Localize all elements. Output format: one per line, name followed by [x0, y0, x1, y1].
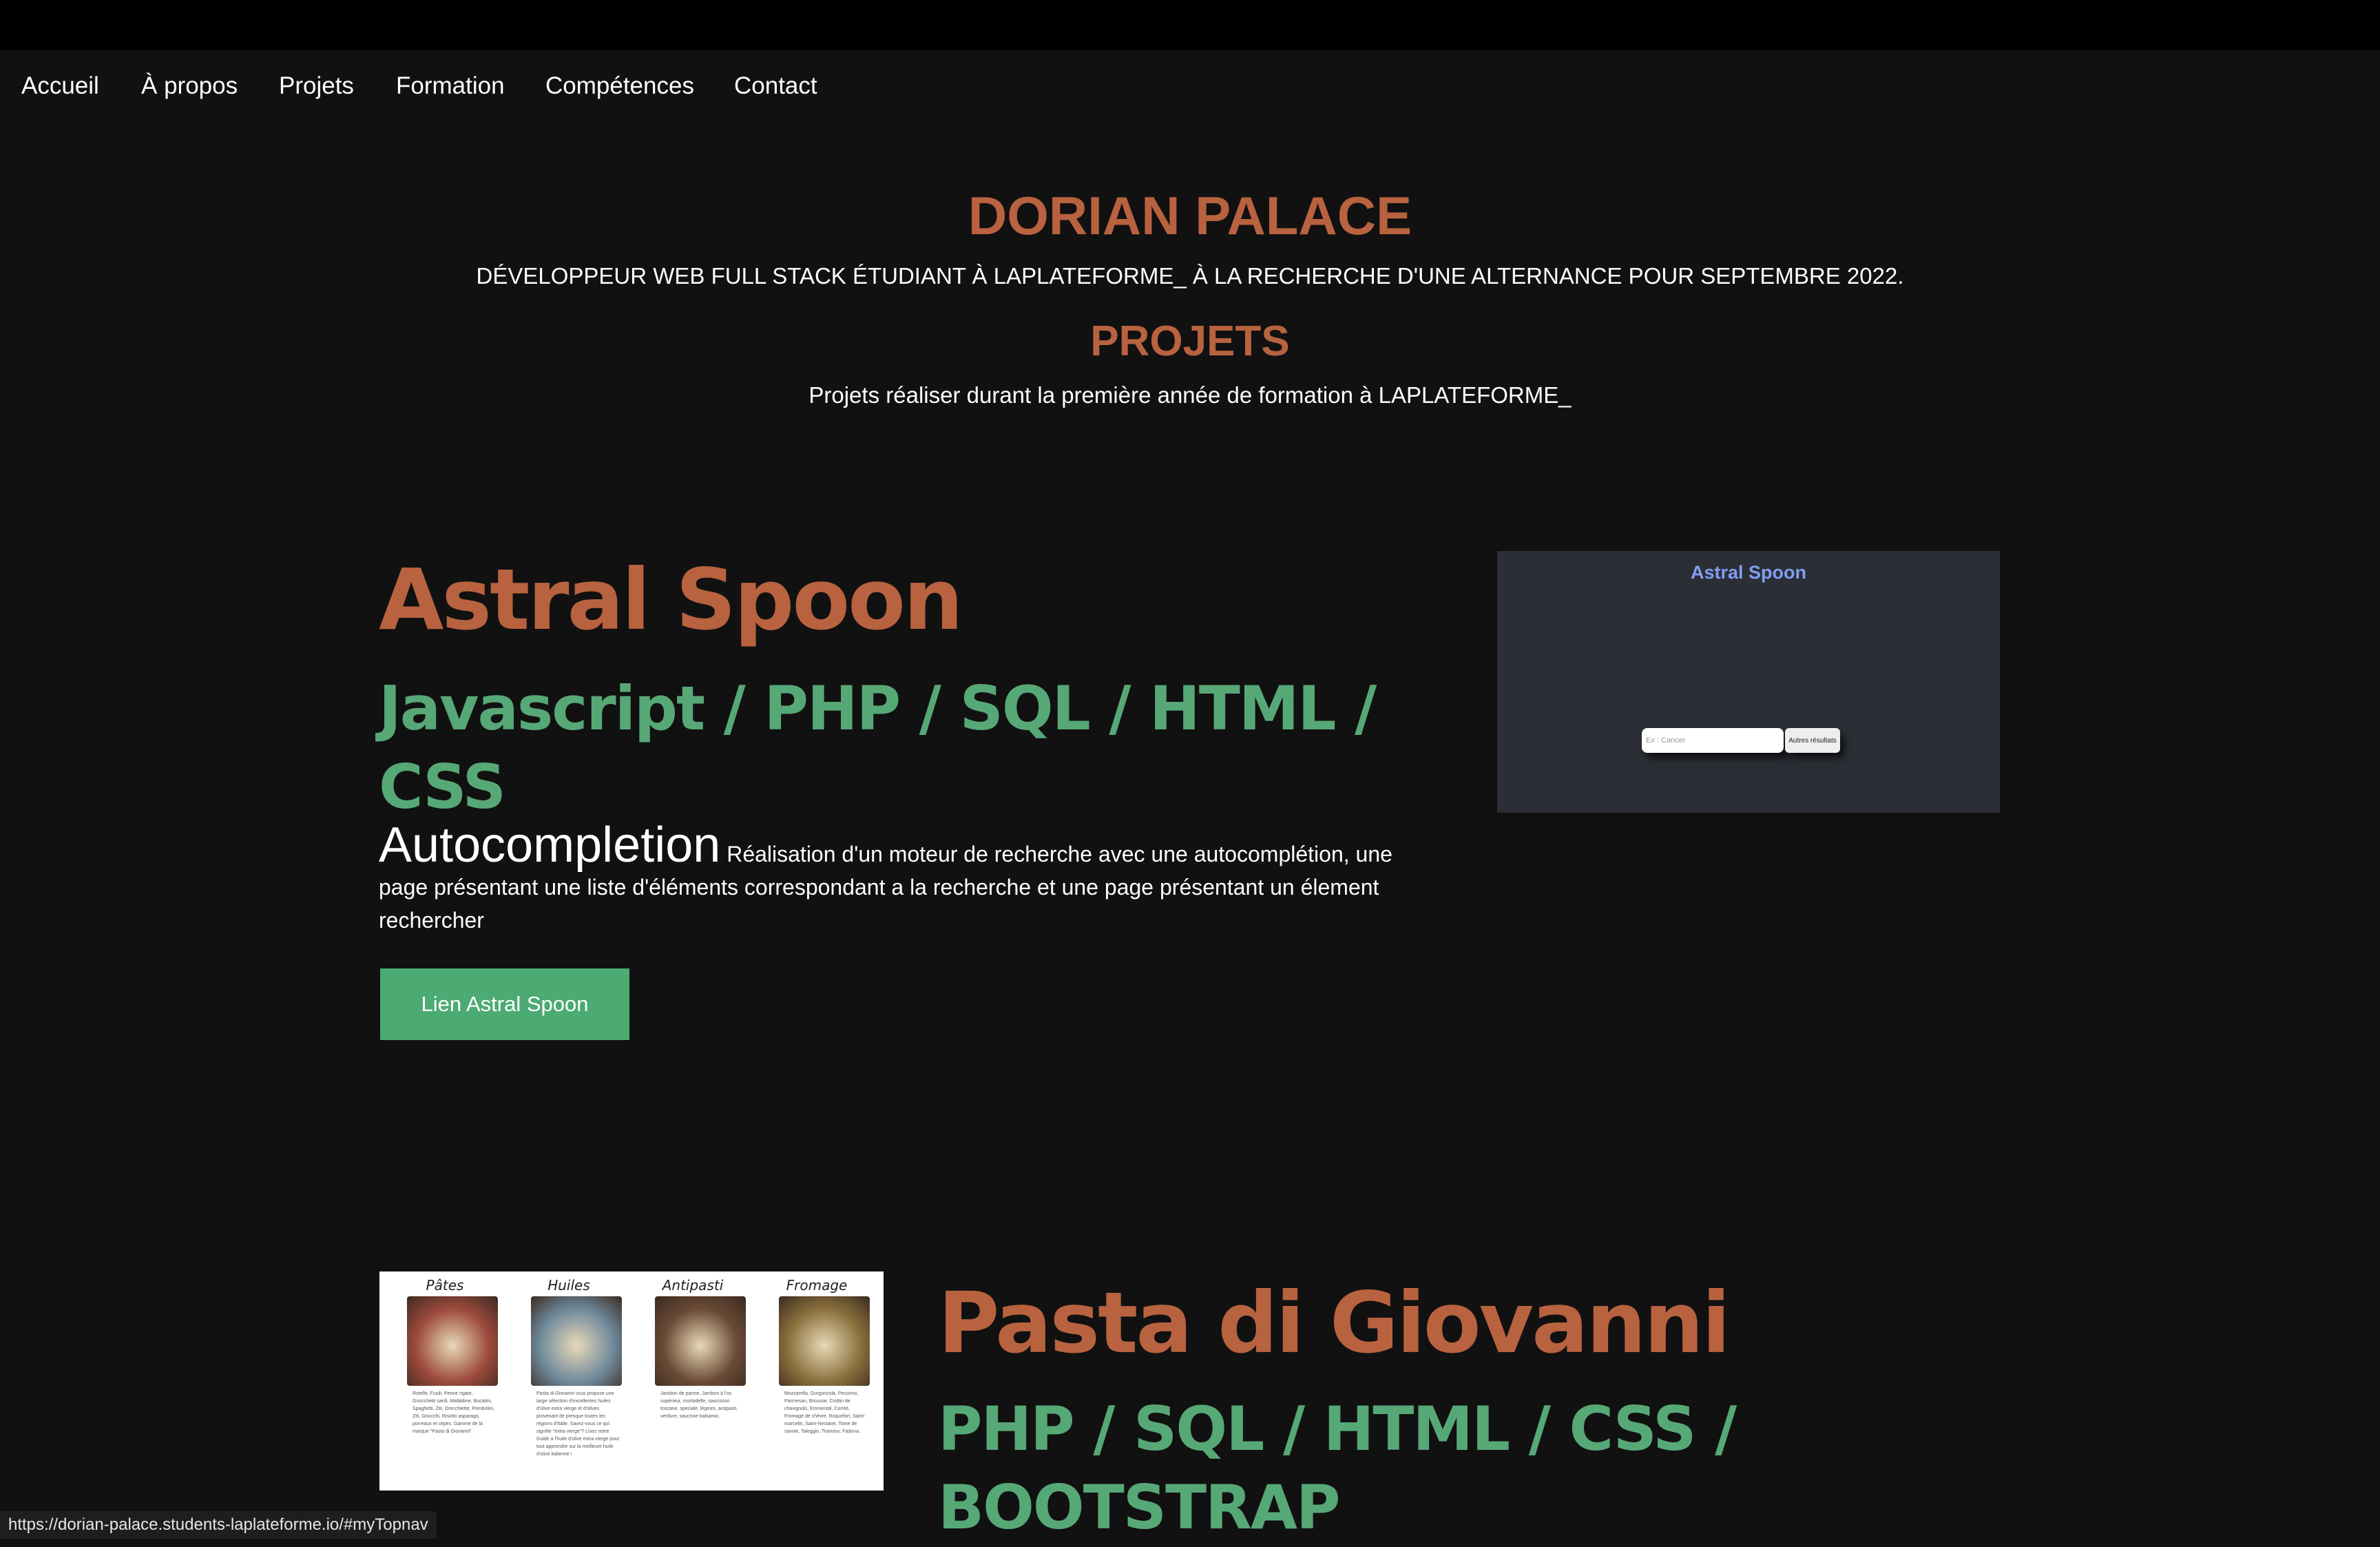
project-tech-stack: Javascript / PHP / SQL / HTML / CSS — [379, 673, 1377, 822]
project-subtitle: Autocompletion — [379, 818, 721, 873]
menu-column-text: Rotelle, Fusili, Penne rigate, Gnocchett… — [413, 1391, 495, 1434]
section-subtitle: Projets réaliser durant la première anné… — [808, 382, 1572, 408]
site-owner-name: DORIAN PALACE — [968, 185, 1412, 246]
nav-link-contact[interactable]: Contact — [734, 72, 817, 100]
project-title: Pasta di Giovanni — [938, 1274, 1731, 1372]
nav-link-a-propos[interactable]: À propos — [141, 72, 238, 100]
screenshot-title: Astral Spoon — [1690, 562, 1806, 583]
menu-column-title: Pâtes — [426, 1277, 464, 1294]
site-tagline: DÉVELOPPEUR WEB FULL STACK ÉTUDIANT À LA… — [476, 263, 1904, 289]
menu-column-fromage: Fromage Mozzarella, Gorgonzola, Pecorino… — [758, 1277, 875, 1435]
nav-link-projets[interactable]: Projets — [279, 72, 354, 100]
nav-link-accueil[interactable]: Accueil — [21, 72, 99, 100]
menu-column-antipasti: Antipasti Jambon de parme, Jambon à l'os… — [634, 1277, 751, 1420]
menu-column-title: Huiles — [547, 1277, 590, 1294]
menu-column-text: Jambon de parme, Jambon à l'os supérieur… — [660, 1391, 738, 1419]
screenshot-search-input: Ex : Cancer — [1642, 728, 1784, 753]
section-title: PROJETS — [1090, 318, 1290, 365]
browser-top-bar — [0, 0, 2380, 50]
antipasti-photo — [655, 1296, 746, 1386]
menu-column-text: Mozzarella, Gorgonzola, Pecorino, Parmes… — [784, 1391, 866, 1434]
project-screenshot-pasta: Pâtes Rotelle, Fusili, Penne rigate, Gno… — [379, 1271, 884, 1491]
menu-column-title: Fromage — [786, 1277, 848, 1294]
project-link-button[interactable]: Lien Astral Spoon — [380, 968, 629, 1040]
menu-column-pates: Pâtes Rotelle, Fusili, Penne rigate, Gno… — [386, 1277, 503, 1435]
project-title: Astral Spoon — [379, 551, 963, 649]
menu-column-huiles: Huiles Pasta di Giovanni vous propose un… — [510, 1277, 627, 1458]
menu-column-title: Antipasti — [662, 1277, 724, 1294]
nav-link-competences[interactable]: Compétences — [545, 72, 694, 100]
status-bar-url: https://dorian-palace.students-laplatefo… — [0, 1511, 437, 1539]
project-tech-stack: PHP / SQL / HTML / CSS / BOOTSTRAP — [938, 1393, 1737, 1543]
menu-column-text: Pasta di Giovanni vous propose une large… — [536, 1391, 620, 1457]
screenshot-results-button: Autres résultats — [1785, 728, 1840, 753]
oil-photo — [531, 1296, 622, 1386]
project-description-block: Autocompletion Réalisation d'un moteur d… — [379, 820, 1412, 937]
project-screenshot: Astral Spoon Ex : Cancer Autres résultat… — [1497, 551, 2000, 813]
cheese-photo — [779, 1296, 870, 1386]
nav-link-formation[interactable]: Formation — [396, 72, 505, 100]
top-navigation: Accueil À propos Projets Formation Compé… — [0, 50, 2380, 126]
pasta-photo — [407, 1296, 498, 1386]
